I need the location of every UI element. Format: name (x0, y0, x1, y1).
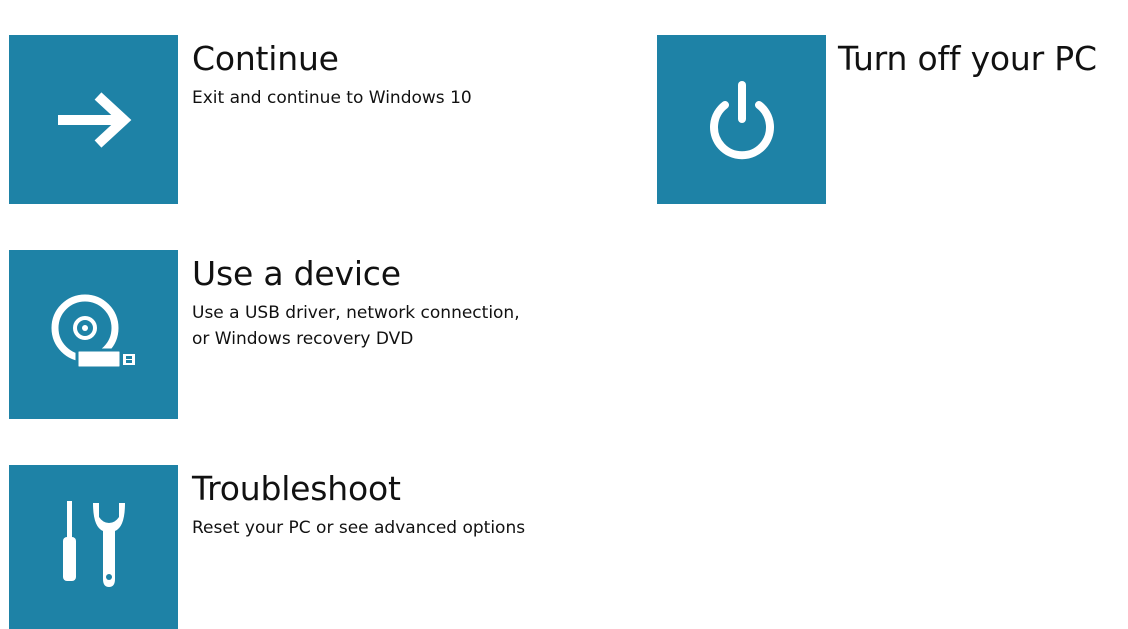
troubleshoot-description: Reset your PC or see advanced options (192, 518, 526, 538)
use-device-description: Use a USB driver, network connection, or… (192, 303, 520, 349)
continue-option[interactable]: Continue Exit and continue to Windows 10 (9, 35, 609, 204)
turn-off-text: Turn off your PC (838, 35, 1097, 81)
tools-icon (62, 501, 125, 587)
turn-off-option[interactable]: Turn off your PC (657, 35, 1128, 204)
turn-off-title: Turn off your PC (838, 39, 1097, 78)
use-device-text: Use a device Use a USB driver, network c… (192, 250, 520, 352)
power-icon (709, 80, 774, 159)
troubleshoot-title: Troubleshoot (192, 469, 401, 508)
turn-off-tile[interactable] (657, 35, 826, 204)
troubleshoot-tile[interactable] (9, 465, 178, 629)
continue-title: Continue (192, 39, 339, 78)
troubleshoot-text: Troubleshoot Reset your PC or see advanc… (192, 465, 525, 541)
arrow-right-icon (57, 91, 131, 148)
use-device-tile[interactable] (9, 250, 178, 419)
use-device-option[interactable]: Use a device Use a USB driver, network c… (9, 250, 609, 419)
disc-usb-icon (51, 294, 135, 369)
troubleshoot-option[interactable]: Troubleshoot Reset your PC or see advanc… (9, 465, 609, 629)
use-device-title: Use a device (192, 254, 401, 293)
continue-text: Continue Exit and continue to Windows 10 (192, 35, 472, 111)
continue-tile[interactable] (9, 35, 178, 204)
continue-description: Exit and continue to Windows 10 (192, 88, 472, 108)
